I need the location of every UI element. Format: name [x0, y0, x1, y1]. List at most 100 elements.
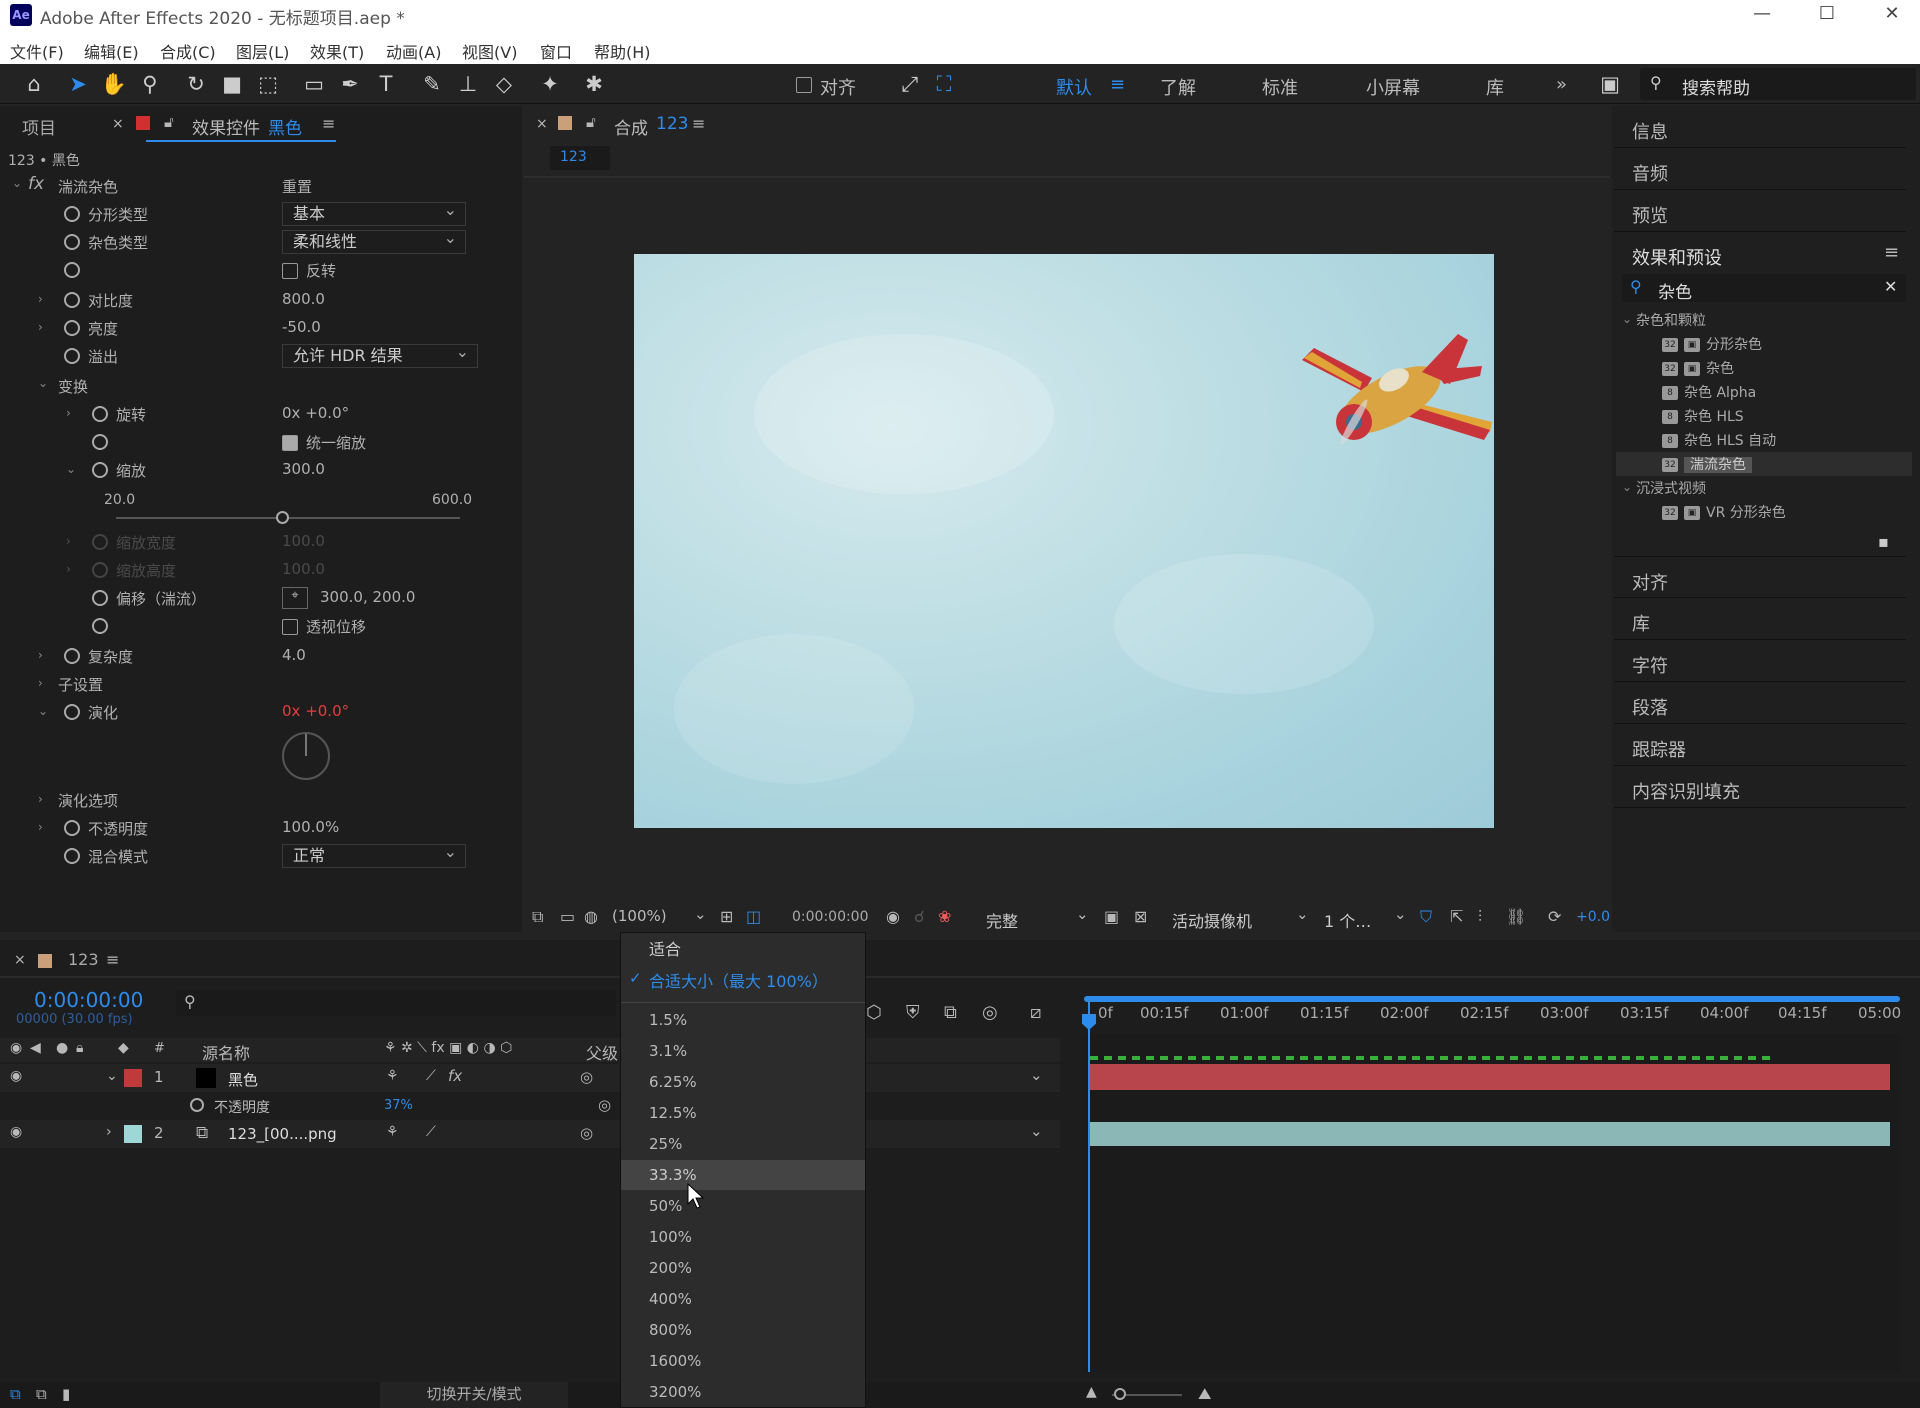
rectangle-tool-icon[interactable]: ▭: [300, 70, 328, 98]
audio-icon[interactable]: ◀: [30, 1040, 41, 1056]
region-icon[interactable]: ◫: [746, 907, 761, 926]
graph-editor-icon[interactable]: ⧄: [1030, 1002, 1041, 1023]
expand-icon[interactable]: ›: [38, 820, 43, 834]
opacity-value[interactable]: 100.0%: [282, 818, 339, 836]
effect-item[interactable]: 8 杂色 HLS: [1662, 406, 1744, 426]
zoom-option[interactable]: 6.25%: [621, 1067, 865, 1097]
help-search-box[interactable]: ⚲ 搜索帮助: [1640, 68, 1916, 100]
layer-name[interactable]: 123_[00....png: [228, 1125, 337, 1143]
playhead-handle[interactable]: [1082, 1014, 1096, 1030]
fx-icon[interactable]: fx: [448, 1067, 462, 1085]
brush-tool-icon[interactable]: ✎: [418, 70, 446, 98]
effects-search-box[interactable]: ⚲ 杂色 ✕: [1622, 274, 1906, 303]
expand-icon[interactable]: ›: [38, 320, 43, 334]
stopwatch-icon[interactable]: [92, 406, 108, 422]
zoom-option-fit-up-to-100[interactable]: 合适大小（最大 100%）: [621, 967, 865, 997]
panel-menu-icon[interactable]: ≡: [322, 114, 335, 133]
perspective-checkbox[interactable]: [282, 619, 298, 635]
camera-tool-icon[interactable]: ■: [218, 70, 246, 98]
zoom-tool-icon[interactable]: ⚲: [136, 70, 164, 98]
expand-icon[interactable]: ›: [66, 406, 71, 420]
grid-icon[interactable]: ⊞: [720, 907, 733, 926]
workspace-library[interactable]: 库: [1486, 74, 1504, 100]
effect-item-selected[interactable]: 32 湍流杂色: [1662, 454, 1752, 474]
invert-checkbox[interactable]: [282, 263, 298, 279]
close-button[interactable]: ✕: [1860, 0, 1920, 30]
zoom-option[interactable]: 1600%: [621, 1346, 865, 1376]
zoom-out-icon[interactable]: ▲: [1086, 1384, 1097, 1400]
workspace-menu-icon[interactable]: ≡: [1110, 74, 1125, 95]
hand-tool-icon[interactable]: ✋: [100, 70, 128, 98]
stopwatch-icon[interactable]: [190, 1098, 204, 1112]
col-source-name[interactable]: 源名称: [202, 1040, 250, 1064]
stopwatch-icon[interactable]: [64, 206, 80, 222]
3d-renderer-icon[interactable]: ⬡: [866, 1002, 882, 1023]
collapse-icon[interactable]: ⌄: [1622, 480, 1632, 494]
shy-icon[interactable]: ⚘: [386, 1124, 399, 1140]
expand-icon[interactable]: ›: [38, 648, 43, 662]
stopwatch-icon[interactable]: [92, 590, 108, 606]
evolution-value[interactable]: 0x +0.0°: [282, 702, 349, 720]
panel-align[interactable]: 对齐: [1614, 556, 1906, 598]
snap-icon[interactable]: ⤢: [896, 70, 924, 98]
panel-tracker[interactable]: 跟踪器: [1614, 724, 1906, 766]
expand-icon[interactable]: ›: [38, 676, 43, 690]
collapse-icon[interactable]: ⌄: [38, 704, 48, 718]
panel-effects-presets[interactable]: 效果和预设: [1614, 232, 1906, 274]
zoom-option[interactable]: 800%: [621, 1315, 865, 1345]
in-out-icon[interactable]: ▮: [62, 1385, 70, 1403]
always-preview-icon[interactable]: ⧉: [532, 907, 543, 927]
comp-tab-name[interactable]: 123: [656, 114, 688, 134]
effect-item[interactable]: 8 杂色 HLS 自动: [1662, 430, 1776, 450]
more-workspaces-icon[interactable]: »: [1556, 74, 1567, 95]
menu-help[interactable]: 帮助(H): [594, 39, 651, 63]
mask-icon[interactable]: ◍: [584, 907, 598, 926]
timeline-timecode[interactable]: 0:00:00:00: [34, 988, 143, 1012]
chevron-down-icon[interactable]: ⌄: [694, 905, 707, 923]
puppet-pin-icon[interactable]: ✱: [580, 70, 608, 98]
fx-icon[interactable]: fx: [28, 174, 44, 194]
workspace-default[interactable]: 默认: [1056, 74, 1092, 100]
layer-row[interactable]: ◉ ⌄ 1 黑色 ⚘ ⟋ fx ◎ ⌄: [0, 1064, 1060, 1092]
stopwatch-icon[interactable]: [64, 648, 80, 664]
panel-info[interactable]: 信息: [1614, 106, 1906, 148]
comp-flowchart-icon[interactable]: ⛨: [906, 1002, 920, 1023]
selection-tool-icon[interactable]: ➤: [64, 70, 92, 98]
panel-menu-icon[interactable]: ≡: [1884, 242, 1899, 263]
zoom-option[interactable]: 100%: [621, 1222, 865, 1252]
motion-blur-icon[interactable]: ◎: [982, 1002, 998, 1023]
collapse-icon[interactable]: ⌄: [66, 462, 76, 476]
tab-composition[interactable]: 合成: [614, 114, 648, 139]
rotate-tool-icon[interactable]: ↻: [182, 70, 210, 98]
zoom-option[interactable]: 50%: [621, 1191, 865, 1221]
rotation-value[interactable]: 0x +0.0°: [282, 404, 349, 422]
playhead[interactable]: [1088, 1002, 1090, 1372]
blend-mode-dropdown[interactable]: 正常: [282, 841, 466, 868]
channel-icon[interactable]: ❀: [938, 907, 951, 926]
expand-icon[interactable]: ›: [66, 534, 71, 548]
label-icon[interactable]: ◆: [118, 1040, 129, 1056]
layer-switches-icon[interactable]: ⧉: [10, 1385, 21, 1403]
layer-row[interactable]: ◉ › 2 ⧉ 123_[00....png ⚘ ⟋ ◎ ⌄: [0, 1120, 1060, 1148]
opacity-prop-value[interactable]: 37%: [384, 1098, 413, 1113]
stopwatch-icon[interactable]: [64, 820, 80, 836]
fast-preview-icon[interactable]: ⇱: [1450, 907, 1463, 926]
workspace-standard[interactable]: 标准: [1262, 74, 1298, 100]
menu-composition[interactable]: 合成(C): [160, 39, 216, 63]
zoom-option[interactable]: 25%: [621, 1129, 865, 1159]
noise-type-dropdown[interactable]: 柔和线性: [282, 227, 466, 254]
eye-icon[interactable]: ◉: [10, 1124, 22, 1140]
panel-menu-icon[interactable]: ≡: [106, 950, 119, 969]
timeline-icon[interactable]: ⫶: [1478, 907, 1482, 927]
zoom-option[interactable]: 3200%: [621, 1377, 865, 1407]
exposure-value[interactable]: +0.0: [1576, 909, 1610, 925]
frame-blending-icon[interactable]: ⧉: [944, 1002, 957, 1023]
stopwatch-icon[interactable]: [64, 320, 80, 336]
panel-audio[interactable]: 音频: [1614, 148, 1906, 190]
scale-slider-handle[interactable]: [276, 511, 289, 524]
zoom-option[interactable]: 3.1%: [621, 1036, 865, 1066]
stopwatch-icon[interactable]: [92, 434, 108, 450]
chevron-down-icon[interactable]: ⌄: [1076, 905, 1089, 923]
collapse-icon[interactable]: ⌄: [1622, 312, 1632, 326]
layer-bar[interactable]: [1090, 1064, 1890, 1090]
